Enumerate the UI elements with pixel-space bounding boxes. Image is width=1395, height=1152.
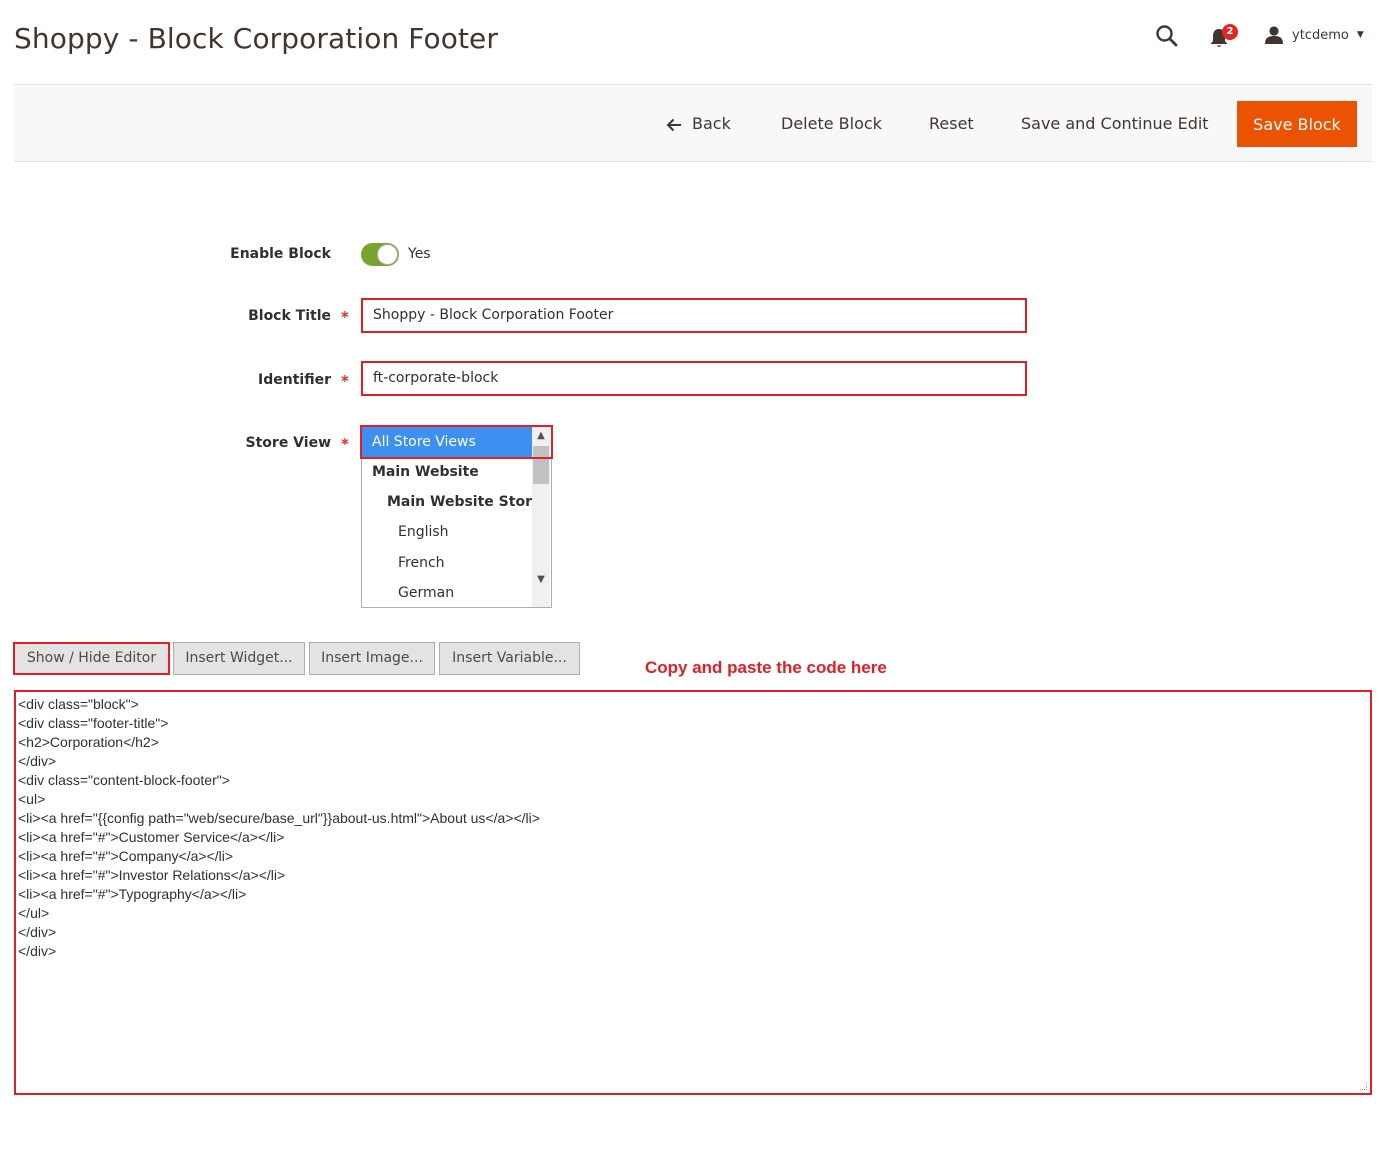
save-block-button[interactable]: Save Block <box>1237 101 1357 147</box>
code-line: <li><a href="#">Typography</a></li> <box>18 886 247 902</box>
enable-block-label: Enable Block <box>230 246 331 262</box>
user-name: ytcdemo <box>1292 27 1349 43</box>
insert-image-button[interactable]: Insert Image... <box>309 642 435 675</box>
code-line: </div> <box>18 924 57 940</box>
identifier-input[interactable]: ft-corporate-block <box>361 361 1027 396</box>
code-line: </div> <box>18 943 57 959</box>
store-view-multiselect[interactable]: All Store Views Main Website Main Websit… <box>361 426 552 608</box>
code-line: <li><a href="{{config path="web/secure/b… <box>18 810 540 826</box>
back-button[interactable]: Back <box>666 101 731 147</box>
code-line: <li><a href="#">Customer Service</a></li… <box>18 829 285 845</box>
block-title-label: Block Title <box>248 308 331 324</box>
scroll-up-icon[interactable]: ▲ <box>532 427 550 445</box>
scroll-thumb[interactable] <box>533 446 549 484</box>
search-icon[interactable] <box>1155 24 1179 48</box>
identifier-label: Identifier <box>258 372 331 388</box>
caret-down-icon: ▼ <box>1356 30 1364 40</box>
store-option-main-website[interactable]: Main Website <box>362 457 534 487</box>
user-icon <box>1265 26 1283 44</box>
code-line: <li><a href="#">Investor Relations</a></… <box>18 867 286 883</box>
block-title-input[interactable]: Shoppy - Block Corporation Footer <box>361 298 1027 333</box>
back-label: Back <box>692 114 731 133</box>
store-option-german[interactable]: German <box>362 578 534 607</box>
insert-variable-button[interactable]: Insert Variable... <box>439 642 580 675</box>
toggle-knob <box>377 244 398 265</box>
store-view-scrollbar[interactable]: ▲ ▼ <box>532 427 550 607</box>
store-option-english[interactable]: English <box>362 517 534 547</box>
reset-button[interactable]: Reset <box>929 101 974 147</box>
required-mark: * <box>341 372 349 390</box>
insert-widget-button[interactable]: Insert Widget... <box>173 642 305 675</box>
store-option-main-website-store[interactable]: Main Website Store <box>362 487 541 517</box>
save-and-continue-button[interactable]: Save and Continue Edit <box>1021 101 1209 147</box>
code-line: </ul> <box>18 905 50 921</box>
content-textarea[interactable]: <div class="block"> <div class="footer-t… <box>14 690 1372 1095</box>
enable-block-toggle[interactable] <box>361 243 399 266</box>
code-line: <ul> <box>18 791 46 807</box>
notification-count-badge: 2 <box>1222 24 1238 40</box>
code-line: <div class="block"> <box>18 696 139 712</box>
code-line: <div class="content-block-footer"> <box>18 772 230 788</box>
code-line: <li><a href="#">Company</a></li> <box>18 848 234 864</box>
editor-hint-annotation: Copy and paste the code here <box>645 658 887 677</box>
page-actions-toolbar: Back Delete Block Reset Save and Continu… <box>14 84 1372 162</box>
page-title: Shoppy - Block Corporation Footer <box>14 22 498 55</box>
store-option-french[interactable]: French <box>362 548 534 578</box>
required-mark: * <box>341 308 349 326</box>
notifications-button[interactable]: 2 <box>1209 24 1239 50</box>
code-line: <h2>Corporation</h2> <box>18 734 159 750</box>
store-option-all-store-views[interactable]: All Store Views <box>362 427 534 457</box>
arrow-left-icon <box>666 101 682 147</box>
code-line: </div> <box>18 753 57 769</box>
code-line: <div class="footer-title"> <box>18 715 169 731</box>
user-account-menu[interactable]: ytcdemo ▼ <box>1264 24 1364 46</box>
required-mark: * <box>341 435 349 453</box>
enable-block-value: Yes <box>408 246 431 262</box>
show-hide-editor-button[interactable]: Show / Hide Editor <box>13 642 170 675</box>
textarea-resize-grip[interactable] <box>1360 1083 1367 1090</box>
store-view-label: Store View <box>245 435 331 451</box>
scroll-down-icon[interactable]: ▼ <box>532 571 550 589</box>
delete-block-button[interactable]: Delete Block <box>781 101 882 147</box>
